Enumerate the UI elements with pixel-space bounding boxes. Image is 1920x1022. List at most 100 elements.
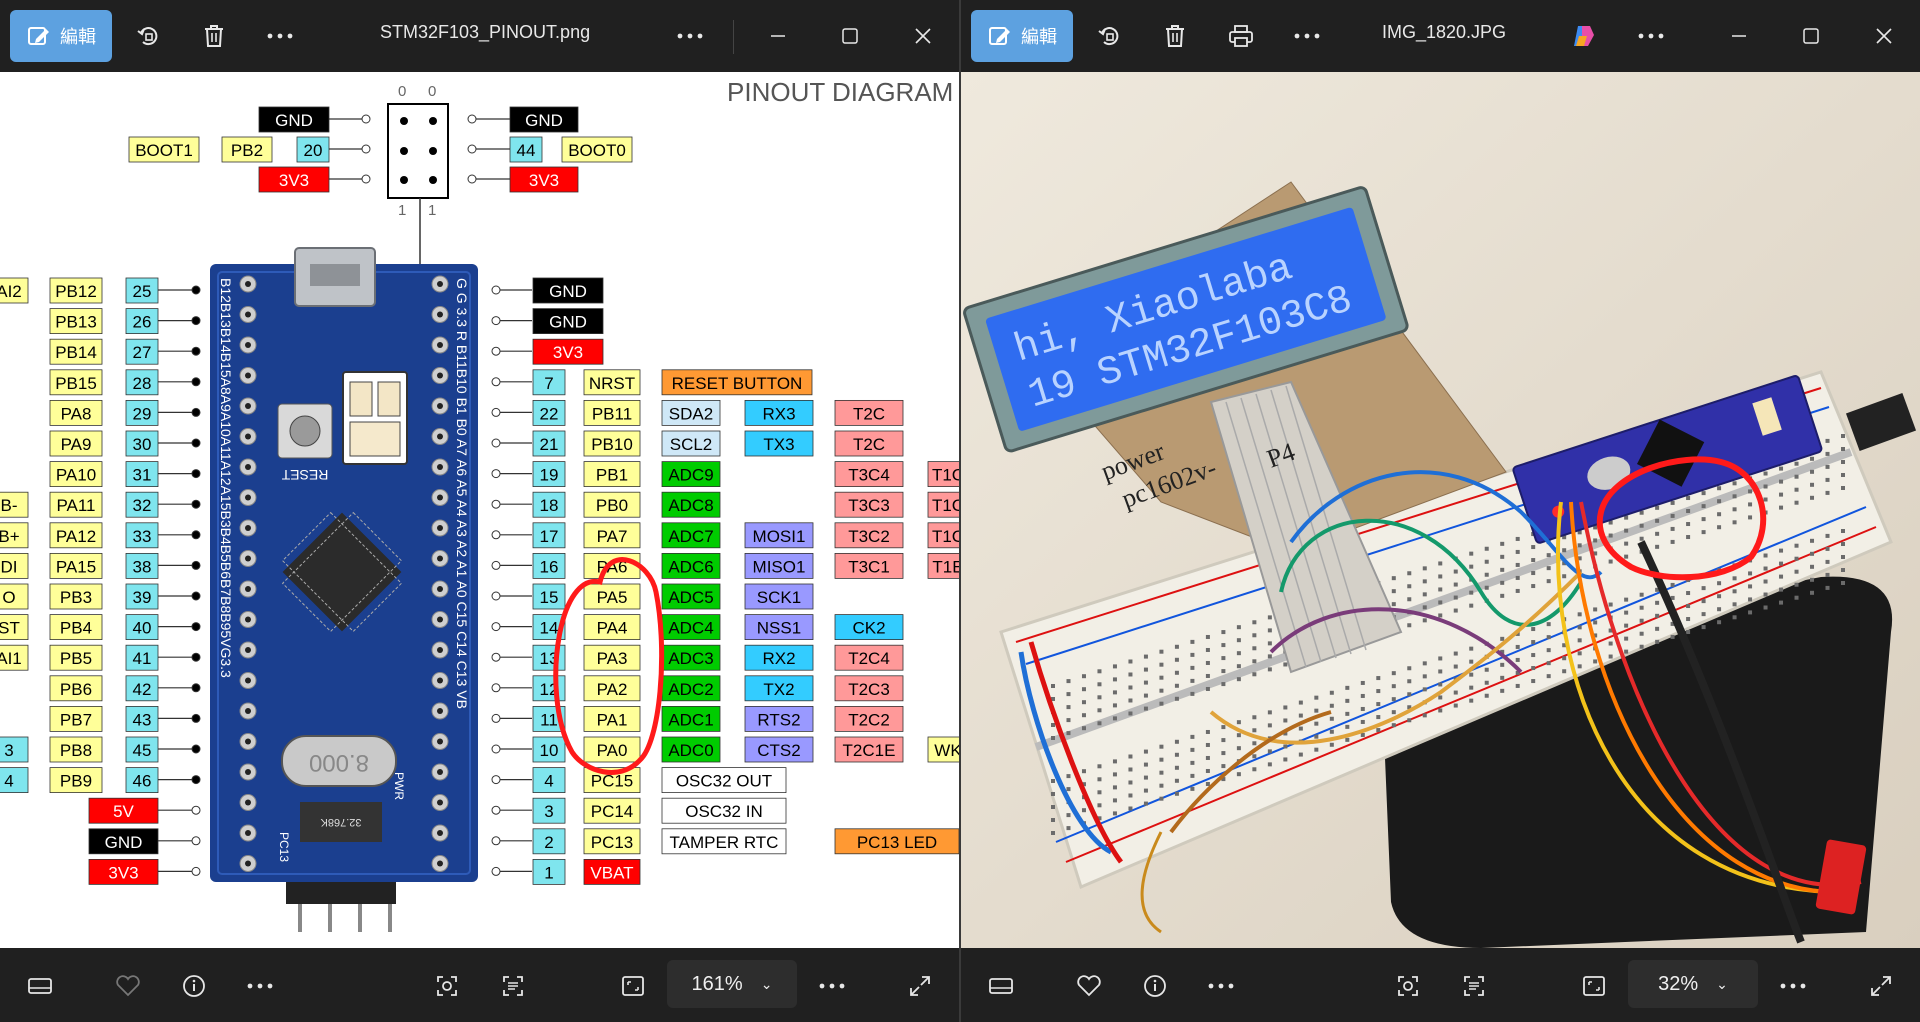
text-scan-button[interactable]: [1456, 968, 1492, 1004]
minimize-button[interactable]: [754, 10, 802, 62]
right-pin-function: MOSI1: [744, 522, 814, 549]
delete-button[interactable]: [190, 10, 238, 62]
visual-search-button[interactable]: [429, 968, 465, 1004]
svg-text:5V: 5V: [113, 802, 134, 821]
rotate-button[interactable]: [124, 10, 172, 62]
svg-text:SCL2: SCL2: [670, 435, 713, 454]
bottom-more-button[interactable]: [242, 968, 278, 1004]
right-pin-number: 1: [532, 859, 566, 885]
right-pin-function: SCL2: [661, 430, 721, 457]
fit-to-window-button[interactable]: [615, 968, 651, 1004]
svg-text:T1C: T1C: [932, 466, 959, 485]
text-scan-button[interactable]: [495, 968, 531, 1004]
svg-text:T3C2: T3C2: [848, 527, 890, 546]
svg-text:39: 39: [133, 588, 152, 607]
filmstrip-button[interactable]: [22, 968, 58, 1004]
svg-text:42: 42: [133, 680, 152, 699]
left-pin-name: PB14: [49, 338, 103, 365]
svg-text:PB0: PB0: [596, 496, 628, 515]
fullscreen-button[interactable]: [1863, 968, 1899, 1004]
image-canvas[interactable]: PINOUT DIAGRAM 0 0 1 1 GND BOOT1 PB2 20 3V3 …: [0, 72, 959, 948]
maximize-button[interactable]: [1787, 10, 1835, 62]
zoom-more-button[interactable]: [1775, 968, 1811, 1004]
svg-text:B+: B+: [0, 527, 20, 546]
zoom-dropdown[interactable]: 161% ⌄: [667, 960, 797, 1008]
left-pin-name: PB3: [49, 583, 103, 610]
right-pin-number: 18: [532, 491, 566, 518]
zoom-more-button[interactable]: [814, 968, 850, 1004]
svg-text:SDA2: SDA2: [669, 404, 713, 423]
svg-text:ADC5: ADC5: [668, 588, 713, 607]
left-pin-number: 33: [125, 522, 159, 549]
svg-text:PB1: PB1: [596, 466, 628, 485]
edit-button[interactable]: 編輯: [971, 10, 1073, 62]
photos-window-left: 編輯 STM32F103_PINOUT.png PINOUT DIAGRAM 0…: [0, 0, 959, 1022]
copilot-button[interactable]: [1559, 10, 1607, 62]
fit-to-window-button[interactable]: [1576, 968, 1612, 1004]
filmstrip-button[interactable]: [983, 968, 1019, 1004]
left-pin-name: PB12: [49, 277, 103, 304]
minimize-button[interactable]: [1715, 10, 1763, 62]
minimize-icon: [1732, 35, 1746, 37]
svg-text:33: 33: [133, 527, 152, 546]
maximize-button[interactable]: [826, 10, 874, 62]
rotate-icon: [1098, 27, 1119, 46]
boot-left-label: PB2: [221, 136, 273, 163]
info-button[interactable]: [176, 968, 212, 1004]
right-pin-name: PA4: [583, 614, 641, 640]
right-pin-name: PC14: [583, 797, 641, 824]
close-button[interactable]: [899, 10, 947, 62]
right-pin-name: PA1: [583, 706, 641, 732]
right-pin-function: ADC4: [661, 614, 721, 640]
svg-text:ADC8: ADC8: [668, 496, 713, 515]
favorite-button[interactable]: [110, 968, 146, 1004]
svg-text:10: 10: [540, 741, 559, 760]
close-button[interactable]: [1860, 10, 1908, 62]
svg-text:VBAT: VBAT: [590, 863, 633, 882]
svg-text:T1E: T1E: [932, 557, 959, 576]
svg-text:ADC6: ADC6: [668, 557, 713, 576]
left-pin-function: B-: [0, 491, 29, 518]
print-button[interactable]: [1217, 10, 1265, 62]
text-scan-icon: [1464, 976, 1484, 996]
more-options-button[interactable]: [1283, 10, 1331, 62]
title-more-button[interactable]: [666, 10, 714, 62]
zoom-dropdown[interactable]: 32% ⌄: [1628, 960, 1758, 1008]
more-options-button[interactable]: [256, 10, 304, 62]
favorite-button[interactable]: [1071, 968, 1107, 1004]
right-pin-name: PA3: [583, 644, 641, 671]
right-pin-name: PA6: [583, 552, 641, 579]
svg-text:MISO1: MISO1: [753, 557, 806, 576]
right-pin-function: PC13 LED: [834, 828, 959, 855]
right-pin-number: 4: [532, 767, 566, 793]
svg-text:16: 16: [540, 557, 559, 576]
visual-search-button[interactable]: [1390, 968, 1426, 1004]
image-canvas[interactable]: hi, Xiaolaba 19 STM32F103C8 power pc1602…: [961, 72, 1920, 948]
left-pin-function: 3: [0, 736, 29, 763]
more-icon: [247, 983, 273, 989]
right-pin-number: 21: [532, 430, 566, 457]
bottom-more-button[interactable]: [1203, 968, 1239, 1004]
rotate-icon: [137, 27, 158, 46]
info-button[interactable]: [1137, 968, 1173, 1004]
edit-icon: [989, 27, 1010, 45]
fullscreen-button[interactable]: [902, 968, 938, 1004]
boot-right-label: BOOT0: [561, 136, 633, 163]
right-pin-function: T3C1: [834, 552, 904, 579]
rotate-button[interactable]: [1085, 10, 1133, 62]
left-power-label: GND: [88, 828, 159, 855]
delete-button[interactable]: [1151, 10, 1199, 62]
edit-button[interactable]: 編輯: [10, 10, 112, 62]
svg-text:4: 4: [544, 772, 553, 791]
svg-text:T2C2: T2C2: [848, 710, 890, 729]
title-more-button[interactable]: [1627, 10, 1675, 62]
svg-text:26: 26: [133, 313, 152, 332]
left-pin-number: 45: [125, 736, 159, 763]
svg-text:GND: GND: [105, 833, 143, 852]
svg-text:32: 32: [133, 496, 152, 515]
left-pin-name: PB7: [49, 706, 103, 732]
svg-text:PB13: PB13: [55, 313, 97, 332]
svg-text:T2C3: T2C3: [848, 680, 890, 699]
svg-text:O: O: [2, 588, 15, 607]
left-pin-function: O: [0, 583, 29, 610]
